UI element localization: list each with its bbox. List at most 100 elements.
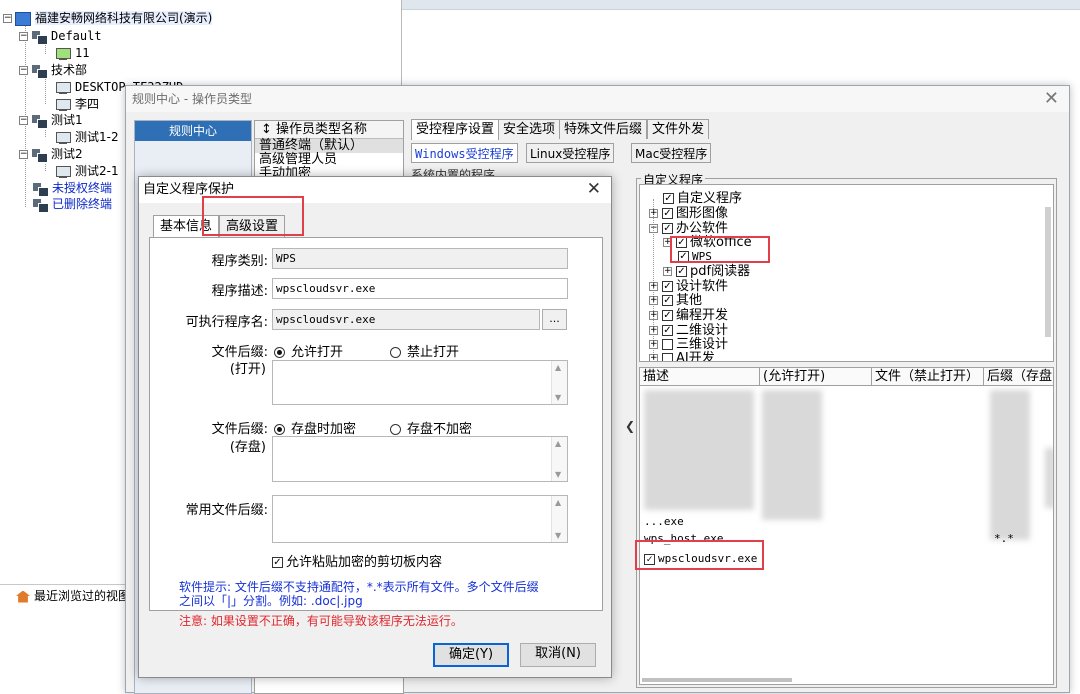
browse-button[interactable]: ... — [542, 309, 567, 330]
checkbox[interactable]: ✓ — [663, 193, 674, 204]
tree-node-test2-1[interactable]: 测试2-1 — [55, 163, 119, 180]
expand-icon[interactable]: + — [649, 209, 658, 218]
save-suffix-textarea[interactable] — [272, 436, 568, 482]
tree-node-test1[interactable]: − 测试1 — [19, 112, 83, 129]
custom-tree-office[interactable]: − ✓ 办公软件 — [649, 222, 728, 236]
horizontal-scrollbar[interactable] — [642, 678, 792, 682]
common-suffix-textarea[interactable] — [272, 495, 568, 543]
custom-tree-ai[interactable]: + AI开发 — [649, 352, 715, 361]
open-suffix-textarea[interactable] — [272, 360, 568, 405]
table-row[interactable]: ...exe — [644, 514, 684, 530]
panel-collapse-icon[interactable]: ❮ — [625, 419, 635, 433]
cancel-button[interactable]: 取消(N) — [520, 643, 596, 667]
terminal-icon — [55, 98, 71, 112]
collapse-icon[interactable]: − — [19, 66, 28, 75]
allow-open-radio[interactable]: 允许打开 — [274, 341, 343, 360]
list-item[interactable]: 高级管理人员 — [255, 153, 403, 167]
collapse-icon[interactable]: − — [19, 32, 28, 41]
custom-tree-design[interactable]: + ✓ 设计软件 — [649, 280, 728, 294]
collapse-icon[interactable]: − — [649, 224, 658, 233]
textarea-scrollbar[interactable] — [551, 361, 567, 404]
group-icon — [31, 148, 48, 163]
close-icon[interactable]: ✕ — [587, 179, 601, 199]
home-icon — [16, 590, 30, 603]
expand-icon[interactable]: + — [649, 296, 658, 305]
rule-center-header[interactable]: 规则中心 — [135, 121, 251, 141]
ok-button[interactable]: 确定(Y) — [433, 643, 509, 667]
tab-special-suffix[interactable]: 特殊文件后缀 — [559, 119, 648, 139]
tree-node-test2[interactable]: − 测试2 — [19, 146, 83, 163]
list-item[interactable]: 普通终端（默认） — [255, 139, 403, 153]
desc-label: 程序描述: — [211, 284, 268, 299]
collapse-icon[interactable]: − — [19, 116, 28, 125]
tab-file-outgoing[interactable]: 文件外发 — [647, 119, 710, 139]
column-header-allow-open[interactable]: (允许打开) — [760, 368, 872, 386]
custom-tree-3d[interactable]: + 三维设计 — [649, 338, 728, 352]
terminal-icon — [55, 165, 71, 179]
column-header-forbid-open[interactable]: 文件（禁止打开） — [872, 368, 984, 386]
close-icon[interactable]: ✕ — [1044, 88, 1059, 109]
expand-icon[interactable]: + — [649, 311, 658, 320]
subtab-linux[interactable]: Linux受控程序 — [526, 143, 615, 163]
expand-icon[interactable]: + — [649, 354, 658, 361]
expand-icon[interactable]: + — [649, 326, 658, 335]
checkbox[interactable]: ✓ — [662, 325, 673, 336]
group-icon — [32, 182, 49, 197]
expand-icon[interactable]: + — [649, 282, 658, 291]
program-list-header: 描述 (允许打开) 文件（禁止打开） 后缀（存盘 — [640, 368, 1053, 386]
custom-tree-dev[interactable]: + ✓ 编程开发 — [649, 309, 728, 323]
tree-node-deleted[interactable]: 已删除终端 — [32, 196, 112, 213]
blurred-rows — [762, 390, 822, 520]
custom-tree-root[interactable]: ✓ 自定义程序 — [649, 192, 742, 359]
checkbox[interactable]: ✓ — [662, 208, 673, 219]
radio-icon — [390, 424, 401, 435]
tree-node-company[interactable]: − 福建安畅网络科技有限公司(演示) — [3, 10, 213, 27]
checkbox[interactable]: ✓ — [676, 266, 687, 277]
rule-window-titlebar[interactable]: 规则中心 - 操作员类型 — [126, 86, 1069, 112]
forbid-open-radio[interactable]: 禁止打开 — [390, 341, 459, 360]
checkbox[interactable]: ✓ — [662, 310, 673, 321]
collapse-icon[interactable]: − — [19, 150, 28, 159]
tree-node-tech-dept[interactable]: − 技术部 — [19, 62, 87, 79]
column-header-save-suffix[interactable]: 后缀（存盘 — [984, 368, 1053, 386]
background-window-strip — [400, 0, 1080, 10]
expand-icon[interactable]: + — [649, 340, 658, 349]
clipboard-checkbox-row[interactable]: ✓ 允许粘贴加密的剪切板内容 — [272, 551, 442, 570]
expand-icon[interactable]: + — [663, 267, 672, 276]
subtab-windows[interactable]: Windows受控程序 — [411, 143, 518, 163]
tree-node-terminal-11[interactable]: 11 — [55, 45, 89, 62]
blurred-rows — [644, 390, 754, 510]
no-encrypt-radio[interactable]: 存盘不加密 — [390, 418, 472, 437]
exe-label: 可执行程序名: — [185, 315, 268, 330]
custom-tree-2d[interactable]: + ✓ 二维设计 — [649, 324, 728, 338]
custom-tree-image[interactable]: + ✓ 图形图像 — [649, 207, 728, 221]
custom-tree-other[interactable]: + ✓ 其他 — [649, 294, 702, 308]
recent-views-node[interactable]: 最近浏览过的视图 — [0, 584, 130, 606]
checkbox[interactable] — [662, 353, 673, 361]
tree-node-default[interactable]: − Default — [19, 28, 102, 45]
blurred-rows — [1045, 448, 1053, 508]
checkbox[interactable]: ✓ — [662, 223, 673, 234]
custom-program-tree: ✓ 自定义程序 + ✓ 图形图像 − ✓ 办公软件 + ✓ 微软office ✓ WPS + ✓ p… — [639, 184, 1054, 362]
radio-icon — [390, 347, 401, 358]
custom-tree-pdf[interactable]: + ✓ pdf阅读器 — [663, 265, 750, 279]
encrypt-on-save-radio[interactable]: 存盘时加密 — [274, 418, 356, 437]
checkbox[interactable]: ✓ — [272, 557, 283, 568]
collapse-icon[interactable]: − — [3, 14, 12, 23]
custom-program-dialog: 自定义程序保护 ✕ 基本信息 高级设置 程序类别: WPS 程序描述: wpsc… — [138, 176, 612, 678]
checkbox[interactable]: ✓ — [662, 281, 673, 292]
subtab-mac[interactable]: Mac受控程序 — [631, 143, 712, 163]
tree-node-unauthorized[interactable]: 未授权终端 — [32, 180, 112, 197]
textarea-scrollbar[interactable] — [551, 437, 567, 481]
desc-input[interactable]: wpscloudsvr.exe — [272, 278, 568, 299]
textarea-scrollbar[interactable] — [551, 496, 567, 542]
tree-node-lisi[interactable]: 李四 — [55, 96, 99, 113]
tab-controlled-programs[interactable]: 受控程序设置 — [411, 119, 500, 140]
operator-type-column-header[interactable]: ↕ 操作员类型名称 — [255, 121, 403, 139]
tree-scrollbar[interactable] — [1045, 207, 1051, 337]
checkbox[interactable] — [662, 339, 673, 350]
tab-security-options[interactable]: 安全选项 — [498, 119, 561, 139]
column-header-desc[interactable]: 描述 — [640, 368, 760, 386]
checkbox[interactable]: ✓ — [662, 295, 673, 306]
tree-node-test1-2[interactable]: 测试1-2 — [55, 129, 119, 146]
